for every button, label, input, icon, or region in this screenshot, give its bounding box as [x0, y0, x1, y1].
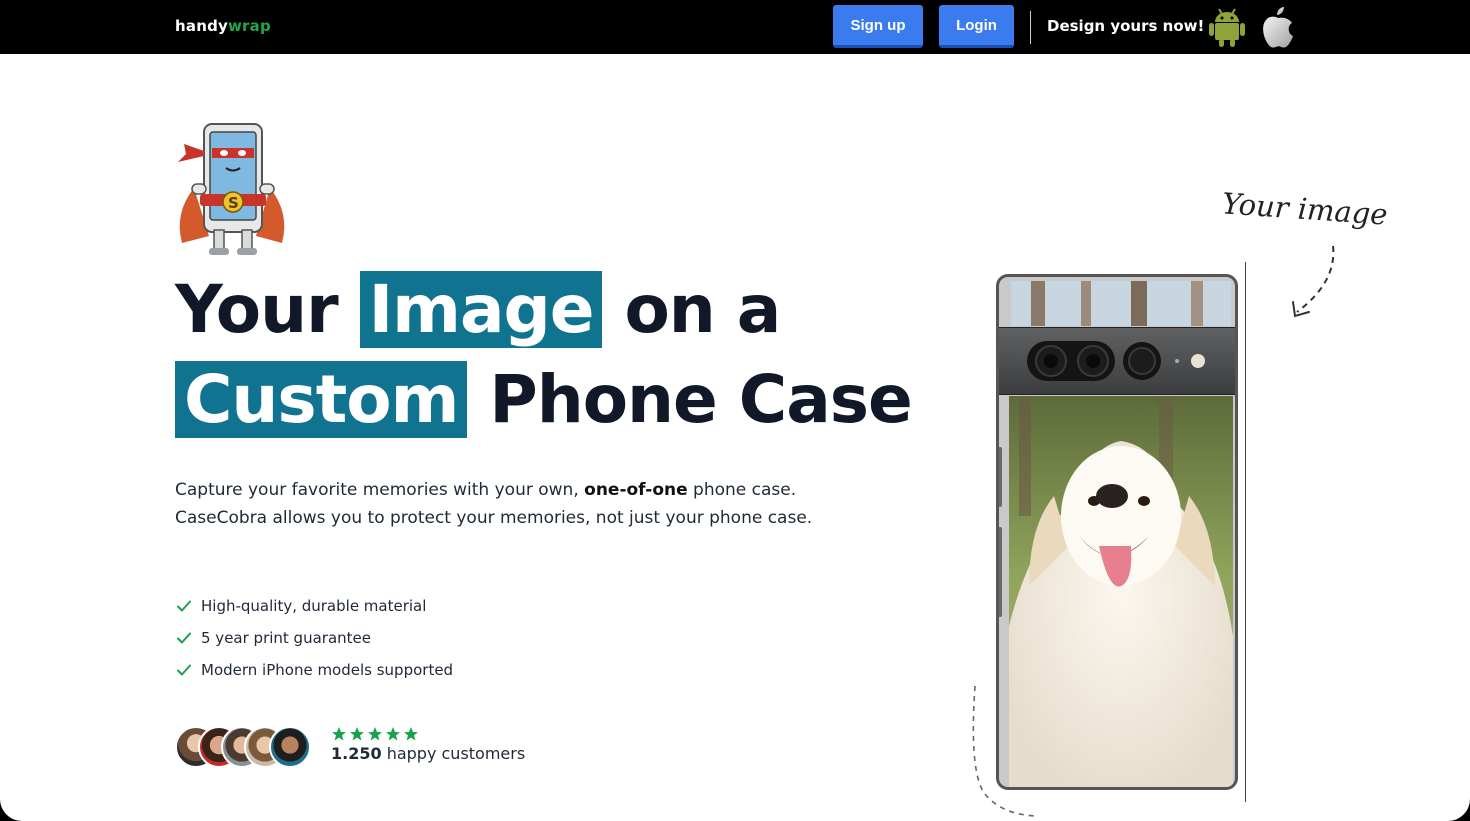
- customers-label: happy customers: [381, 744, 526, 763]
- feature-label: High-quality, durable material: [201, 597, 427, 615]
- dashed-arrow-icon: [1292, 245, 1335, 318]
- feature-item: High-quality, durable material: [175, 590, 453, 622]
- navbar: handywrap Sign up Login Design yours now…: [0, 0, 1470, 54]
- android-icon[interactable]: [1208, 6, 1246, 48]
- headline-word-your: Your: [175, 271, 339, 348]
- headline-phone-case: Phone Case: [489, 361, 912, 438]
- hero-headline: Your Image on a Custom Phone Case: [175, 265, 913, 445]
- rating-stars: [331, 726, 419, 742]
- headline-line-2: Custom Phone Case: [175, 355, 913, 445]
- feature-label: Modern iPhone models supported: [201, 661, 454, 679]
- check-icon: [177, 600, 191, 612]
- dog-photo: [1009, 396, 1233, 787]
- nav-divider: [1030, 11, 1031, 44]
- desc-text-1: Capture your favorite memories with your…: [175, 480, 585, 500]
- phone-side-button: [999, 527, 1002, 617]
- logo-main: handy: [175, 17, 228, 35]
- login-button[interactable]: Login: [939, 5, 1014, 48]
- hero-description: Capture your favorite memories with your…: [175, 476, 825, 532]
- headline-highlight-image: Image: [359, 271, 603, 348]
- star-icon: [332, 727, 346, 741]
- check-icon: [177, 632, 191, 644]
- divider-line: [1245, 262, 1246, 802]
- star-icon: [350, 727, 364, 741]
- camera-lens-icon: [1027, 341, 1205, 381]
- feature-label: 5 year print guarantee: [201, 629, 371, 647]
- happy-customers-text: 1.250 happy customers: [331, 744, 525, 763]
- headline-highlight-custom: Custom: [175, 361, 468, 438]
- phone-side-button: [999, 447, 1002, 507]
- check-icon: [177, 664, 191, 676]
- customers-count: 1.250: [331, 744, 382, 763]
- avatar: [269, 726, 311, 768]
- feature-item: 5 year print guarantee: [175, 622, 453, 654]
- signup-button[interactable]: Sign up: [833, 5, 923, 48]
- apple-icon[interactable]: [1260, 5, 1296, 49]
- headline-line-1: Your Image on a: [175, 265, 895, 355]
- star-icon: [404, 727, 418, 741]
- desc-bold: one-of-one: [584, 480, 688, 500]
- camera-bar: [999, 327, 1235, 395]
- star-icon: [386, 727, 400, 741]
- feature-list: High-quality, durable material 5 year pr…: [175, 590, 453, 686]
- your-image-annotation: Your image: [1221, 186, 1389, 232]
- design-yours-link[interactable]: Design yours now!: [1047, 17, 1204, 35]
- hero-section: S Your Image on a Custom Phone Case Capt…: [0, 54, 1470, 821]
- feature-item: Modern iPhone models supported: [175, 654, 453, 686]
- svg-text:S: S: [228, 194, 239, 212]
- logo[interactable]: handywrap: [175, 17, 271, 35]
- headline-on-a: on a: [624, 271, 781, 348]
- customer-avatars: [175, 726, 320, 770]
- phone-mascot-illustration: S: [178, 123, 285, 255]
- star-icon: [368, 727, 382, 741]
- case-top-image: [1011, 281, 1231, 326]
- logo-accent: wrap: [228, 17, 271, 35]
- phone-case-preview: [996, 274, 1238, 790]
